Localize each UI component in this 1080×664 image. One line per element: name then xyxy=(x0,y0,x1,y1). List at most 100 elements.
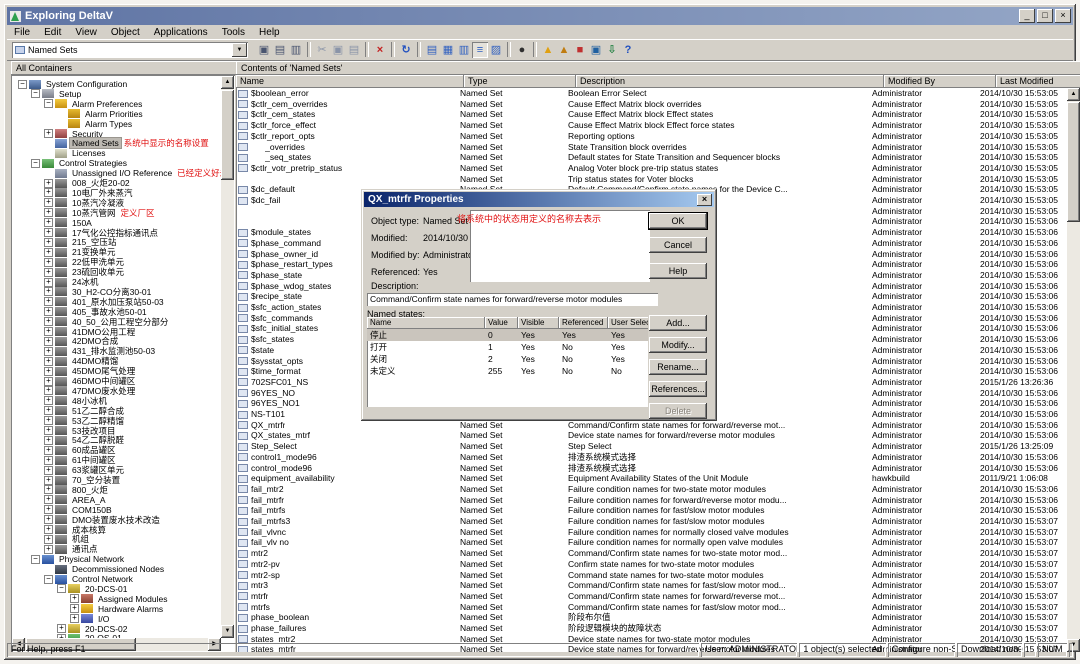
tree-item-label[interactable]: AREA_A xyxy=(70,495,108,505)
expand-icon[interactable]: + xyxy=(44,287,53,296)
maximize-button[interactable]: □ xyxy=(1037,9,1053,23)
help-icon[interactable]: ? xyxy=(620,42,636,58)
collapse-icon[interactable]: − xyxy=(31,555,40,564)
expand-icon[interactable]: + xyxy=(44,278,53,287)
table-row[interactable]: Named SetTrip status states for Voter bl… xyxy=(236,174,1067,185)
expand-icon[interactable]: + xyxy=(44,327,53,336)
column-header-last-modified[interactable]: Last Modified xyxy=(996,75,1080,88)
tree-item-label[interactable]: 20-DCS-02 xyxy=(83,624,130,634)
dialog-title-bar[interactable]: QX_mtrfr Properties × xyxy=(364,192,714,207)
cancel-button[interactable]: Cancel xyxy=(649,237,707,253)
tree-item-label[interactable]: 20-DCS-01 xyxy=(83,584,130,594)
expand-icon[interactable]: + xyxy=(44,545,53,554)
download-icon[interactable]: ⇩ xyxy=(604,42,620,58)
tree-item[interactable]: +Assigned Modules xyxy=(12,594,169,604)
small-icons-view-icon[interactable]: ▦ xyxy=(440,42,456,58)
table-row[interactable]: $boolean_errorNamed SetBoolean Error Sel… xyxy=(236,88,1067,99)
modify-button[interactable]: Modify... xyxy=(649,337,707,353)
expand-icon[interactable]: + xyxy=(44,228,53,237)
expand-icon[interactable]: + xyxy=(44,377,53,386)
expand-icon[interactable]: + xyxy=(44,515,53,524)
menu-item-help[interactable]: Help xyxy=(252,26,287,39)
tree-item[interactable]: +800_火炬 xyxy=(12,485,110,495)
tree-item-label[interactable]: Security xyxy=(70,129,105,139)
tree-item-label[interactable]: Hardware Alarms xyxy=(96,604,165,614)
tree-item[interactable]: − Control Network xyxy=(12,574,135,584)
expand-icon[interactable]: + xyxy=(44,495,53,504)
expand-icon[interactable]: + xyxy=(44,426,53,435)
exchange-icon[interactable]: ■ xyxy=(572,42,588,58)
expand-icon[interactable]: + xyxy=(44,198,53,207)
delete-button[interactable]: Delete xyxy=(649,403,707,419)
tree-item-label[interactable]: Control Network xyxy=(70,574,135,584)
table-row[interactable]: fail_mtrfrNamed SetFailure condition nam… xyxy=(236,495,1067,506)
table-row[interactable]: mtrfrNamed SetCommand/Confirm state name… xyxy=(236,591,1067,602)
tree-item[interactable]: Decommissioned Nodes xyxy=(12,564,166,574)
expand-icon[interactable]: + xyxy=(57,624,66,633)
ok-button[interactable]: OK xyxy=(649,213,707,229)
tree-item-label[interactable]: Decommissioned Nodes xyxy=(70,564,166,574)
tree-item[interactable]: −Physical Network xyxy=(12,554,126,564)
expand-icon[interactable]: + xyxy=(44,347,53,356)
expand-icon[interactable]: + xyxy=(44,485,53,494)
table-row[interactable]: mtr2Named SetCommand/Confirm state names… xyxy=(236,548,1067,559)
expand-icon[interactable]: + xyxy=(44,416,53,425)
table-row[interactable]: phase_failuresNamed Set阶段逻辑模块的故障状态Admini… xyxy=(236,623,1067,634)
tree-item-label[interactable]: Named Sets xyxy=(70,138,121,148)
expand-icon[interactable]: + xyxy=(44,218,53,227)
table-row[interactable]: fail_vlvncNamed SetFailure condition nam… xyxy=(236,527,1067,538)
table-row[interactable]: $ctlr_votr_pretrip_statusNamed SetAnalog… xyxy=(236,163,1067,174)
description-input[interactable]: Command/Confirm state names for forward/… xyxy=(367,293,658,306)
references-button[interactable]: References... xyxy=(649,381,707,397)
tree-vertical-scrollbar[interactable]: ▲ ▼ xyxy=(221,76,234,638)
tree-item[interactable]: Licenses xyxy=(12,148,108,158)
tree-item-label[interactable]: Control Strategies xyxy=(57,158,129,168)
table-row[interactable]: QX_states_mtrfNamed SetDevice state name… xyxy=(236,430,1067,441)
table-row[interactable]: QX_mtrfrNamed SetCommand/Confirm state n… xyxy=(236,420,1067,431)
tree-item[interactable]: − Alarm Preferences xyxy=(12,99,144,109)
collapse-icon[interactable]: − xyxy=(44,575,53,584)
column-header-name[interactable]: Name xyxy=(236,75,464,88)
tree-item-label[interactable]: Alarm Priorities xyxy=(83,109,145,119)
scroll-down-icon[interactable]: ▼ xyxy=(221,625,234,638)
table-row[interactable]: mtr2-pvNamed SetConfirm state names for … xyxy=(236,559,1067,570)
copy-icon[interactable]: ▣ xyxy=(330,42,346,58)
diskette-icon[interactable]: ▣ xyxy=(588,42,604,58)
tree-item-label[interactable]: Alarm Preferences xyxy=(70,99,144,109)
tree-item[interactable]: −System Configuration xyxy=(12,79,129,89)
collapse-icon[interactable]: − xyxy=(18,80,27,89)
states-column-header-visible[interactable]: Visible xyxy=(518,317,559,329)
tree-item[interactable]: +成本核算 xyxy=(12,525,108,535)
table-row[interactable]: fail_vlv noNamed SetFailure condition na… xyxy=(236,537,1067,548)
table-row[interactable]: $ctlr_cem_overridesNamed SetCause Effect… xyxy=(236,99,1067,110)
collapse-icon[interactable]: − xyxy=(44,99,53,108)
print-preview-icon[interactable]: ▨ xyxy=(488,42,504,58)
minimize-button[interactable]: _ xyxy=(1019,9,1035,23)
cut-icon[interactable]: ✂ xyxy=(314,42,330,58)
context-explorer-icon[interactable]: ▣ xyxy=(256,42,272,58)
named-state-row[interactable]: 停止0YesYesYes xyxy=(367,329,648,341)
states-column-header-referenced[interactable]: Referenced xyxy=(559,317,608,329)
tree-item-label[interactable]: Licenses xyxy=(70,148,108,158)
update-icon[interactable]: ↻ xyxy=(398,42,414,58)
total-explorer-icon[interactable]: ▤ xyxy=(272,42,288,58)
tree-item-label[interactable]: I/O xyxy=(96,614,111,624)
table-row[interactable]: $ctlr_cem_statesNamed SetCause Effect Ma… xyxy=(236,109,1067,120)
tree-item-label[interactable]: Alarm Types xyxy=(83,119,134,129)
table-row[interactable]: equipment_availabilityNamed SetEquipment… xyxy=(236,473,1067,484)
table-row[interactable]: phase_booleanNamed Set阶段布尔值Administrator… xyxy=(236,612,1067,623)
close-button[interactable]: × xyxy=(1055,9,1071,23)
tree-item[interactable]: + AREA_A xyxy=(12,495,108,505)
title-bar[interactable]: Exploring DeltaV _ □ × xyxy=(7,7,1073,25)
tree-scroll-thumb[interactable] xyxy=(221,90,234,180)
expand-icon[interactable]: + xyxy=(44,208,53,217)
menu-item-view[interactable]: View xyxy=(68,26,104,39)
expand-icon[interactable]: + xyxy=(44,367,53,376)
expand-icon[interactable]: + xyxy=(44,188,53,197)
scroll-up-icon[interactable]: ▲ xyxy=(221,76,234,89)
named-state-row[interactable]: 未定义255YesNoNo xyxy=(367,365,648,377)
table-row[interactable]: _seq_statesNamed SetDefault states for S… xyxy=(236,152,1067,163)
menu-item-object[interactable]: Object xyxy=(104,26,147,39)
expand-icon[interactable]: + xyxy=(44,476,53,485)
list-scroll-up-icon[interactable]: ▲ xyxy=(1067,88,1080,101)
